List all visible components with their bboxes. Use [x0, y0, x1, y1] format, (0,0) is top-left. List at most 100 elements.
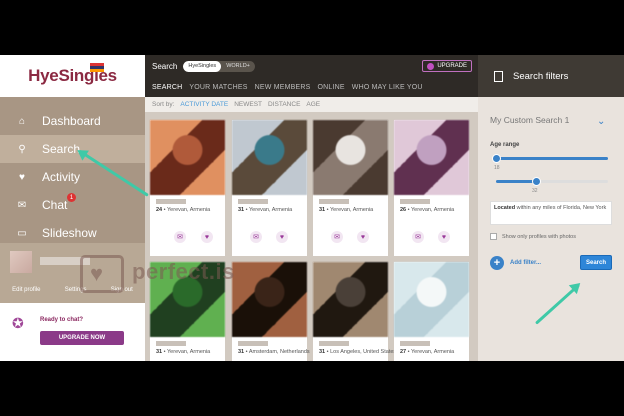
- home-icon: ⌂: [18, 115, 26, 127]
- profile-photo[interactable]: [313, 262, 388, 337]
- results-grid: 24 • Yerevan, Armenia ✉ ♥ 31 • Yerevan, …: [145, 112, 478, 361]
- profile-photo[interactable]: [394, 262, 469, 337]
- checkbox[interactable]: [490, 233, 497, 240]
- upgrade-now-button[interactable]: UPGRADE NOW: [40, 331, 124, 345]
- age-min-slider[interactable]: [492, 154, 608, 163]
- flag-icon: [90, 63, 104, 72]
- tab-who-may-like-you[interactable]: WHO MAY LIKE YOU: [352, 84, 423, 91]
- profile-photo[interactable]: [150, 120, 225, 195]
- tab-online[interactable]: ONLINE: [318, 84, 345, 91]
- age-max-slider[interactable]: [496, 177, 608, 186]
- profile-name-blurred: [156, 199, 186, 204]
- sort-newest[interactable]: NEWEST: [234, 101, 262, 108]
- tab-your-matches[interactable]: YOUR MATCHES: [189, 84, 247, 91]
- pill-world[interactable]: WORLD+: [221, 61, 255, 72]
- profile-name-blurred: [238, 341, 268, 346]
- filter-panel: Search filters My Custom Search 1 ⌄ Age …: [478, 55, 624, 361]
- filter-header-title: Search filters: [513, 70, 569, 82]
- search-button[interactable]: Search: [580, 255, 612, 270]
- profile-meta: 31 • Yerevan, Armenia: [319, 207, 374, 213]
- add-filter-button[interactable]: + Add filter...: [490, 256, 541, 270]
- tab-new-members[interactable]: NEW MEMBERS: [255, 84, 311, 91]
- chat-promo: ✪ Ready to chat? UPGRADE NOW: [0, 303, 145, 361]
- profile-card[interactable]: 31 • Yerevan, Armenia ✉ ♥: [313, 120, 388, 256]
- message-icon[interactable]: ✉: [250, 231, 262, 243]
- profile-meta: 31 • Los Angeles, United States: [319, 349, 397, 355]
- located-text: within any miles of Florida, New York: [516, 205, 607, 211]
- heart-icon: ♥: [90, 261, 104, 286]
- sidebar-item-chat[interactable]: ✉ Chat 1: [0, 191, 145, 219]
- profile-name-blurred: [319, 341, 349, 346]
- ready-to-chat-text: Ready to chat?: [40, 317, 84, 323]
- profile-card[interactable]: 31 • Los Angeles, United States: [313, 262, 396, 361]
- sort-distance[interactable]: DISTANCE: [268, 101, 300, 108]
- upgrade-label: UPGRADE: [437, 63, 467, 69]
- sidebar: HyeSingles ⌂ Dashboard ⚲ Search ♥ Activi…: [0, 55, 145, 361]
- profile-meta: 24 • Yerevan, Armenia: [156, 207, 211, 213]
- profile-photo[interactable]: [394, 120, 469, 195]
- pill-hyesingles[interactable]: HyeSingles: [183, 60, 222, 72]
- like-icon[interactable]: ♥: [438, 231, 450, 243]
- avatar[interactable]: [10, 251, 32, 273]
- profile-card[interactable]: 24 • Yerevan, Armenia ✉ ♥: [150, 120, 225, 256]
- profile-meta: 27 • Yerevan, Armenia: [400, 349, 455, 355]
- like-icon[interactable]: ♥: [201, 231, 213, 243]
- watermark-text: perfect.is: [132, 259, 235, 284]
- sort-activity-date[interactable]: ACTIVITY DATE: [180, 101, 228, 108]
- sort-age[interactable]: AGE: [306, 101, 320, 108]
- watermark: ♥ perfect.is: [80, 255, 240, 301]
- photos-only-checkbox[interactable]: Show only profiles with photos: [490, 233, 576, 240]
- clipboard-icon: [494, 70, 503, 82]
- app-window: HyeSingles ⌂ Dashboard ⚲ Search ♥ Activi…: [0, 55, 624, 361]
- like-icon[interactable]: ♥: [357, 231, 369, 243]
- profile-meta: 31 • Yerevan, Armenia: [238, 207, 293, 213]
- slider-handle-max[interactable]: [532, 177, 541, 186]
- slider-handle-min[interactable]: [492, 154, 501, 163]
- slider-fill: [496, 180, 536, 183]
- edit-profile-link[interactable]: Edit profile: [12, 287, 40, 293]
- chat-icon: ✉: [17, 199, 27, 211]
- profile-meta: 31 • Amsterdam, Netherlands: [238, 349, 310, 355]
- upgrade-button[interactable]: UPGRADE: [422, 60, 472, 72]
- chevron-down-icon[interactable]: ⌄: [597, 116, 605, 127]
- like-icon[interactable]: ♥: [276, 231, 288, 243]
- profile-name-blurred: [319, 199, 349, 204]
- sort-bar: Sort by: ACTIVITY DATE NEWEST DISTANCE A…: [145, 97, 478, 112]
- heartbeat-icon: ♥: [19, 171, 25, 183]
- profile-photo[interactable]: [232, 120, 307, 195]
- custom-search-name[interactable]: My Custom Search 1: [490, 115, 569, 125]
- message-icon[interactable]: ✉: [412, 231, 424, 243]
- profile-card[interactable]: 31 • Amsterdam, Netherlands: [232, 262, 310, 361]
- profile-card[interactable]: 27 • Yerevan, Armenia: [394, 262, 469, 361]
- sidebar-item-label: Dashboard: [42, 114, 101, 128]
- profile-card[interactable]: 26 • Yerevan, Armenia ✉ ♥: [394, 120, 469, 256]
- age-range-label: Age range: [490, 142, 520, 148]
- age-min-value: 18: [494, 165, 500, 171]
- profile-name-blurred: [400, 341, 430, 346]
- message-icon[interactable]: ✉: [331, 231, 343, 243]
- message-icon[interactable]: ✉: [174, 231, 186, 243]
- add-filter-label: Add filter...: [510, 260, 542, 266]
- profile-photo[interactable]: [313, 120, 388, 195]
- search-icon: ⚲: [18, 143, 26, 155]
- slideshow-icon: ▭: [17, 227, 27, 239]
- award-ribbon-icon: ✪: [12, 315, 24, 331]
- sidebar-item-dashboard[interactable]: ⌂ Dashboard: [0, 107, 145, 135]
- logo-area[interactable]: HyeSingles: [0, 55, 145, 97]
- sidebar-item-label: Slideshow: [42, 226, 97, 240]
- diamond-icon: [427, 62, 435, 70]
- top-bar: Search HyeSingles WORLD+ UPGRADE: [145, 55, 478, 77]
- sidebar-item-search[interactable]: ⚲ Search: [0, 135, 145, 163]
- profile-name-blurred: [238, 199, 268, 204]
- location-field[interactable]: Located within any miles of Florida, New…: [490, 201, 612, 225]
- slider-fill: [496, 157, 608, 160]
- filter-header: Search filters: [478, 55, 624, 97]
- sort-label: Sort by:: [152, 101, 175, 108]
- tab-search[interactable]: SEARCH: [152, 84, 182, 91]
- main-panel: Search HyeSingles WORLD+ UPGRADE SEARCH …: [145, 55, 478, 361]
- profile-card[interactable]: 31 • Yerevan, Armenia ✉ ♥: [232, 120, 307, 256]
- profile-name-blurred: [400, 199, 430, 204]
- chat-count-badge: 1: [67, 193, 76, 202]
- profile-photo[interactable]: [232, 262, 307, 337]
- sidebar-item-label: Chat: [42, 198, 68, 212]
